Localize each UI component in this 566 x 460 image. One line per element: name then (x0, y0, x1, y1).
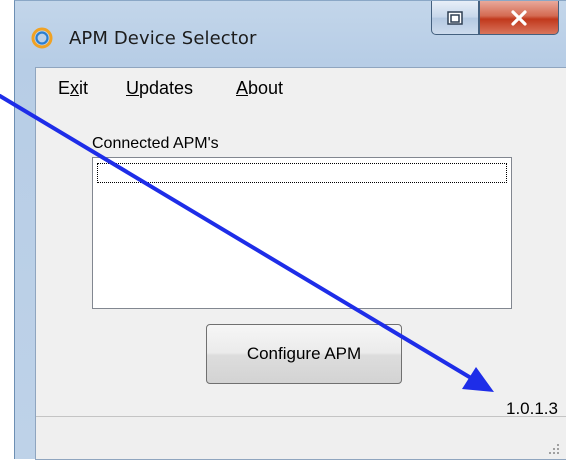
menu-updates-label: pdates (139, 78, 194, 98)
menu-updates[interactable]: Updates (126, 78, 193, 99)
restore-button[interactable] (431, 1, 479, 35)
menu-updates-accel: U (126, 78, 139, 98)
configure-apm-button[interactable]: Configure APM (206, 324, 402, 384)
client-area: Exit Updates About Connected APM's Confi… (35, 67, 566, 460)
menu-exit-accel: x (70, 78, 80, 98)
menu-about-label: bout (248, 78, 284, 98)
menu-exit-label-rest: it (79, 78, 89, 98)
resize-grip-icon[interactable] (546, 441, 560, 455)
connected-apms-list[interactable] (92, 157, 512, 309)
app-window: APM Device Selector Exit Updates About C… (14, 0, 566, 460)
restore-icon (447, 10, 463, 25)
menu-exit-label: E (58, 78, 71, 98)
connected-apms-label: Connected APM's (92, 135, 219, 152)
close-icon (511, 9, 527, 26)
list-focus-row[interactable] (97, 163, 507, 183)
close-button[interactable] (479, 1, 559, 35)
title-bar[interactable]: APM Device Selector (15, 1, 566, 71)
menu-about[interactable]: About (236, 78, 283, 99)
status-bar (36, 416, 566, 459)
menu-exit[interactable]: Exit (58, 78, 88, 99)
window-title: APM Device Selector (69, 28, 257, 49)
apm-ring-icon (31, 27, 53, 49)
menu-about-accel: A (236, 78, 249, 98)
menu-bar: Exit Updates About (36, 68, 566, 112)
